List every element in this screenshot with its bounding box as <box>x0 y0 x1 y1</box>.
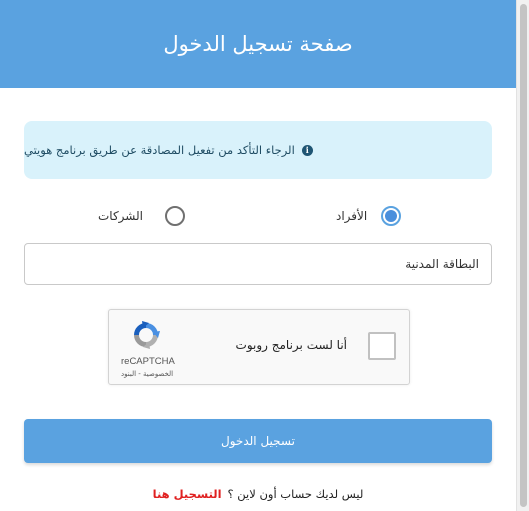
page-header: صفحة تسجيل الدخول <box>0 0 516 88</box>
register-question: ليس لديك حساب أون لاين ؟ <box>227 487 364 501</box>
radio-companies-label[interactable]: الشركات <box>98 209 143 223</box>
scrollbar-thumb[interactable] <box>520 4 527 507</box>
alert-text: الرجاء التأكد من تفعيل المصادقة عن طريق … <box>24 143 295 157</box>
info-alert: i الرجاء التأكد من تفعيل المصادقة عن طري… <box>24 121 492 179</box>
register-prompt: ليس لديك حساب أون لاين ؟ التسجيل هنا <box>0 487 516 501</box>
page-title: صفحة تسجيل الدخول <box>163 32 353 56</box>
recaptcha-brand: reCAPTCHA <box>121 356 175 367</box>
login-button[interactable]: تسجيل الدخول <box>24 419 492 463</box>
recaptcha-logo-icon <box>134 321 160 349</box>
recaptcha-terms[interactable]: الخصوصية - البنود <box>121 370 173 378</box>
info-icon: i <box>301 144 313 156</box>
vertical-scrollbar[interactable] <box>516 0 529 511</box>
register-link[interactable]: التسجيل هنا <box>153 487 222 501</box>
login-page: صفحة تسجيل الدخول i الرجاء التأكد من تفع… <box>0 0 516 511</box>
radio-individuals-label[interactable]: الأفراد <box>336 209 367 223</box>
radio-companies[interactable]: الشركات <box>98 203 185 229</box>
civil-id-input[interactable] <box>24 243 492 285</box>
radio-individuals[interactable]: الأفراد <box>336 203 402 229</box>
radio-companies-button[interactable] <box>164 206 185 226</box>
radio-individuals-button[interactable] <box>381 206 402 226</box>
recaptcha-label: أنا لست برنامج روبوت <box>235 338 347 352</box>
recaptcha-widget: أنا لست برنامج روبوت reCAPTCHA الخصوصية … <box>108 309 410 385</box>
recaptcha-checkbox[interactable] <box>368 332 396 360</box>
